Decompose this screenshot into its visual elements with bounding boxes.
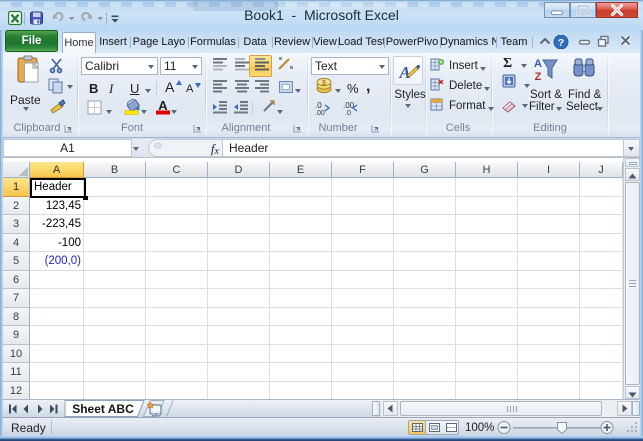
svg-text:.0: .0	[315, 101, 322, 110]
svg-text:?: ?	[558, 37, 564, 49]
svg-text:.0: .0	[345, 110, 351, 117]
svg-text:.00: .00	[315, 110, 325, 117]
svg-text:$: $	[322, 80, 326, 87]
svg-text:A: A	[398, 63, 410, 82]
svg-text:Z: Z	[535, 71, 542, 83]
svg-text:A: A	[534, 58, 542, 70]
